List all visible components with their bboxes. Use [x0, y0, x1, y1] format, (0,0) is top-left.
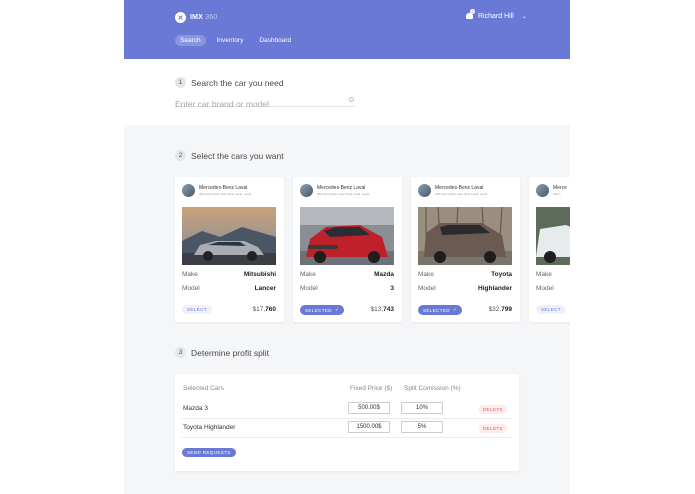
select-button[interactable]: SELECT	[182, 305, 212, 314]
row-car-name: Toyota Highlander	[183, 424, 236, 431]
model-row: Model 3	[300, 285, 394, 292]
car-cards-carousel: Mercedes-Benz Laval 300 Automobile Joan-N…	[175, 177, 570, 322]
logo-icon: ✕	[175, 12, 186, 23]
app-window: ✕ IMX 360 2 Richard Hill ⌄ Search Invent…	[124, 0, 570, 494]
select-button[interactable]: SELECT	[536, 305, 566, 314]
check-icon: ✓	[452, 307, 458, 312]
step-2-heading: 2 Select the cars you want	[175, 150, 284, 161]
model-row: Model Highlander	[418, 285, 512, 292]
dealer-name: Mercedes-Benz Laval	[317, 185, 366, 191]
logo[interactable]: ✕ IMX 360	[175, 12, 217, 23]
make-value: Mazda	[374, 271, 394, 278]
column-header-commission: Split Comission (%)	[404, 385, 461, 392]
make-row: Make	[536, 271, 552, 278]
chevron-down-icon[interactable]: ⌄	[522, 13, 527, 20]
commission-input[interactable]: 10%	[401, 402, 443, 414]
car-photo	[182, 207, 276, 265]
commission-input[interactable]: 5%	[401, 421, 443, 433]
make-row: Make Mazda	[300, 271, 394, 278]
car-photo	[418, 207, 512, 265]
step-number: 3	[175, 347, 186, 358]
step-number: 2	[175, 150, 186, 161]
tab-inventory[interactable]: Inventory	[212, 35, 249, 46]
model-value: 3	[390, 285, 394, 292]
dealer-info: Mercedes-Benz Laval 300 Automobile Joan-N…	[300, 184, 369, 197]
step-title: Determine profit split	[191, 347, 269, 358]
column-header-price: Fixed Price ($)	[350, 385, 393, 392]
table-row: Mazda 3 500.00$ 10% DELETE	[182, 400, 512, 419]
logo-text: IMX 360	[190, 14, 218, 21]
search-input[interactable]	[175, 99, 345, 109]
delete-button[interactable]: DELETE	[479, 424, 507, 433]
notification-count: 2	[470, 9, 475, 14]
fixed-price-input[interactable]: 1500.00$	[348, 421, 390, 433]
dealer-address: 300 Automobile Joan-Noel Laval, Laval	[435, 192, 488, 196]
user-name: Richard Hill	[478, 12, 514, 20]
model-row: Model Lancer	[182, 285, 276, 292]
profit-split-table: Selected Cars Fixed Price ($) Split Comi…	[175, 374, 519, 471]
step-title: Search the car you need	[191, 77, 284, 88]
make-row: Make Mitsubishi	[182, 271, 276, 278]
make-value: Toyota	[491, 271, 512, 278]
selected-button[interactable]: SELECTED ✓	[418, 305, 463, 315]
dealer-info: Mercedes-Benz Laval 300 Automobile Joan-N…	[182, 184, 251, 197]
dealer-address: 300 A	[553, 192, 561, 196]
dealer-address: 300 Automobile Joan-Noel Laval, Laval	[199, 192, 252, 196]
selected-button[interactable]: SELECTED ✓	[300, 305, 345, 315]
dealer-address: 300 Automobile Joan-Noel Laval, Laval	[317, 192, 370, 196]
avatar	[418, 184, 431, 197]
car-card[interactable]: Mercedes-Benz Laval 300 Automobile Joan-N…	[175, 177, 284, 322]
bell-icon[interactable]: 2	[466, 9, 475, 20]
avatar	[536, 184, 549, 197]
tab-dashboard[interactable]: Dashboard	[254, 35, 296, 46]
search-field[interactable]	[175, 94, 355, 109]
fixed-price-input[interactable]: 500.00$	[348, 402, 390, 414]
avatar	[182, 184, 195, 197]
search-icon[interactable]	[349, 97, 354, 102]
dealer-name: Merce	[553, 185, 567, 191]
step-number: 1	[175, 77, 186, 88]
car-photo	[536, 207, 570, 265]
user-menu[interactable]: 2 Richard Hill ⌄	[466, 9, 527, 20]
step-title: Select the cars you want	[191, 150, 284, 161]
delete-button[interactable]: DELETE	[479, 405, 507, 414]
table-row: Toyota Highlander 1500.00$ 5% DELETE	[182, 419, 512, 438]
send-requests-button[interactable]: SEND REQUESTS	[182, 448, 236, 457]
car-card[interactable]: Merce 300 A Make Model SELECT	[529, 177, 570, 322]
model-row: Model	[536, 285, 554, 292]
car-price: $32,799	[488, 306, 512, 313]
car-card[interactable]: Mercedes-Benz Laval 300 Automobile Joan-N…	[293, 177, 402, 322]
row-car-name: Mazda 3	[183, 405, 208, 412]
search-section: 1 Search the car you need	[124, 59, 570, 125]
make-row: Make Toyota	[418, 271, 512, 278]
dealer-name: Mercedes-Benz Laval	[199, 185, 248, 191]
dealer-name: Mercedes-Benz Laval	[435, 185, 484, 191]
step-1-heading: 1 Search the car you need	[175, 77, 284, 88]
top-header: ✕ IMX 360 2 Richard Hill ⌄ Search Invent…	[124, 0, 570, 59]
car-card[interactable]: Mercedes-Benz Laval 300 Automobile Joan-N…	[411, 177, 520, 322]
car-price: $17,760	[252, 306, 276, 313]
avatar	[300, 184, 313, 197]
dealer-info: Mercedes-Benz Laval 300 Automobile Joan-N…	[418, 184, 487, 197]
check-icon: ✓	[334, 307, 340, 312]
model-value: Lancer	[254, 285, 276, 292]
main-nav: Search Inventory Dashboard	[175, 35, 296, 46]
car-price: $13,743	[370, 306, 394, 313]
model-value: Highlander	[478, 285, 512, 292]
column-header-cars: Selected Cars	[183, 385, 224, 392]
car-photo	[300, 207, 394, 265]
step-3-heading: 3 Determine profit split	[175, 347, 269, 358]
make-value: Mitsubishi	[243, 271, 276, 278]
dealer-info: Merce 300 A	[536, 184, 567, 197]
tab-search[interactable]: Search	[175, 35, 206, 46]
